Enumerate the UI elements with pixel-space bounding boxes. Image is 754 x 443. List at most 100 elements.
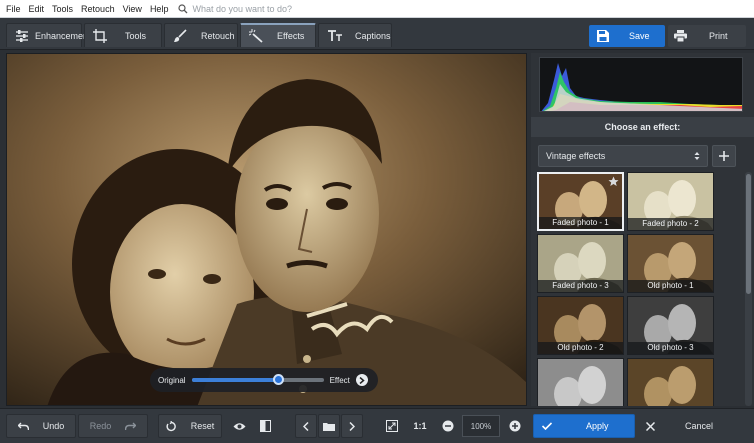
effect-label: Faded photo - 3 — [538, 280, 623, 292]
chevron-right-icon — [349, 421, 355, 431]
slider-effect-label: Effect — [329, 375, 350, 385]
bottom-bar: Undo Redo Reset 1:1 100% Apply Cancel — [0, 408, 754, 443]
zoom-out-button[interactable] — [438, 414, 458, 438]
menu-bar: File Edit Tools Retouch View Help What d… — [0, 0, 754, 18]
redo-button[interactable]: Redo — [78, 414, 148, 438]
effect-category-value: Vintage effects — [546, 151, 606, 161]
previous-photo-button[interactable] — [295, 414, 317, 438]
effect-label: Faded photo - 2 — [628, 218, 713, 230]
apply-label: Apply — [586, 421, 609, 431]
effect-thumb[interactable]: Faded photo - 2 — [627, 172, 714, 231]
actual-size-button[interactable]: 1:1 — [408, 414, 432, 438]
menu-view[interactable]: View — [123, 4, 142, 14]
zoom-level[interactable]: 100% — [462, 415, 500, 437]
floppy-disk-icon — [597, 30, 609, 42]
photo-canvas[interactable] — [6, 53, 527, 406]
undo-button[interactable]: Undo — [6, 414, 76, 438]
effect-thumb[interactable]: Old photo - 1 — [627, 234, 714, 293]
tab-enhancement[interactable]: Enhancement — [6, 23, 91, 47]
tab-retouch-label: Retouch — [201, 30, 235, 41]
compare-slider[interactable]: Original Effect — [150, 368, 378, 392]
reset-button[interactable]: Reset — [158, 414, 222, 438]
reset-label: Reset — [190, 421, 215, 431]
compare-button[interactable] — [254, 414, 276, 438]
effect-label: Old photo - 2 — [538, 342, 623, 354]
menu-tools[interactable]: Tools — [52, 4, 73, 14]
tab-effects-label: Effects — [277, 31, 305, 41]
search-placeholder: What do you want to do? — [192, 3, 293, 14]
effect-thumb[interactable]: Old photo - 3 — [627, 296, 714, 355]
tab-captions-label: Captions — [355, 30, 391, 41]
menu-search[interactable]: What do you want to do? — [178, 4, 292, 14]
cancel-label: Cancel — [685, 421, 714, 431]
effect-preview — [628, 359, 713, 406]
effect-label: Faded photo - 1 — [539, 217, 622, 229]
slider-track[interactable] — [191, 374, 324, 385]
crop-icon — [93, 28, 107, 43]
add-effect-button[interactable] — [712, 145, 736, 167]
chevron-right-icon[interactable] — [355, 374, 368, 386]
effect-thumb[interactable]: Faded photo - 3 — [537, 234, 624, 293]
tab-enhancement-label: Enhancement — [35, 30, 91, 41]
effect-thumb[interactable]: Old photo - 2 — [537, 296, 624, 355]
effect-preview — [538, 359, 623, 406]
slider-fill — [191, 378, 279, 382]
search-icon — [178, 3, 188, 13]
effect-thumb[interactable] — [537, 358, 624, 406]
tab-tools-label: Tools — [125, 30, 147, 41]
next-photo-button[interactable] — [341, 414, 363, 438]
effect-thumb[interactable] — [627, 358, 714, 406]
histogram — [539, 57, 743, 112]
eye-icon — [233, 422, 245, 430]
menu-help[interactable]: Help — [150, 4, 169, 14]
tab-effects[interactable]: Effects — [240, 23, 316, 47]
effects-scrollbar[interactable] — [745, 172, 752, 406]
magic-wand-icon — [249, 29, 263, 43]
open-folder-button[interactable] — [318, 414, 340, 438]
chevron-left-icon — [303, 421, 309, 431]
close-icon — [646, 421, 655, 431]
choose-effect-title: Choose an effect: — [531, 117, 754, 137]
scrollbar-thumb[interactable] — [746, 174, 751, 294]
menu-retouch[interactable]: Retouch — [81, 4, 115, 14]
minus-circle-icon — [442, 420, 454, 432]
effect-label: Old photo - 1 — [628, 280, 713, 292]
fit-to-screen-button[interactable] — [382, 414, 402, 438]
brush-icon — [174, 28, 187, 42]
undo-label: Undo — [42, 421, 65, 431]
tab-retouch[interactable]: Retouch — [164, 23, 238, 47]
undo-icon — [17, 422, 29, 430]
save-label: Save — [629, 31, 650, 41]
redo-icon — [125, 422, 137, 430]
tab-tools[interactable]: Tools — [84, 23, 162, 47]
histogram-graph — [541, 63, 742, 111]
apply-button[interactable]: Apply — [533, 414, 635, 438]
printer-icon — [674, 30, 687, 42]
save-button[interactable]: Save — [589, 25, 665, 47]
slider-handle[interactable] — [272, 374, 284, 385]
effect-label: Old photo - 3 — [628, 342, 713, 354]
reset-icon — [166, 420, 176, 431]
split-view-icon — [259, 420, 271, 432]
menu-edit[interactable]: Edit — [29, 4, 45, 14]
effect-thumb[interactable]: Faded photo - 1 — [537, 172, 624, 231]
text-icon — [328, 29, 342, 41]
plus-circle-icon — [509, 420, 521, 432]
sliders-icon — [16, 29, 28, 42]
effects-panel: Choose an effect: Vintage effects Faded … — [531, 53, 754, 406]
favorite-star-icon[interactable] — [608, 176, 619, 189]
print-label: Print — [709, 31, 728, 41]
effect-category-select[interactable]: Vintage effects — [538, 145, 708, 167]
preview-toggle-button[interactable] — [228, 414, 250, 438]
zoom-in-button[interactable] — [505, 414, 525, 438]
checkmark-icon — [542, 422, 552, 430]
effects-grid: Faded photo - 1 Faded photo - 2 Faded ph… — [537, 172, 715, 406]
menu-file[interactable]: File — [6, 4, 21, 14]
redo-label: Redo — [89, 421, 112, 431]
updown-arrows-icon — [694, 152, 700, 160]
tab-captions[interactable]: Captions — [318, 23, 392, 47]
fit-screen-icon — [386, 420, 398, 432]
print-button[interactable]: Print — [668, 25, 746, 47]
cancel-button[interactable]: Cancel — [642, 414, 746, 438]
photo-image — [7, 54, 526, 405]
